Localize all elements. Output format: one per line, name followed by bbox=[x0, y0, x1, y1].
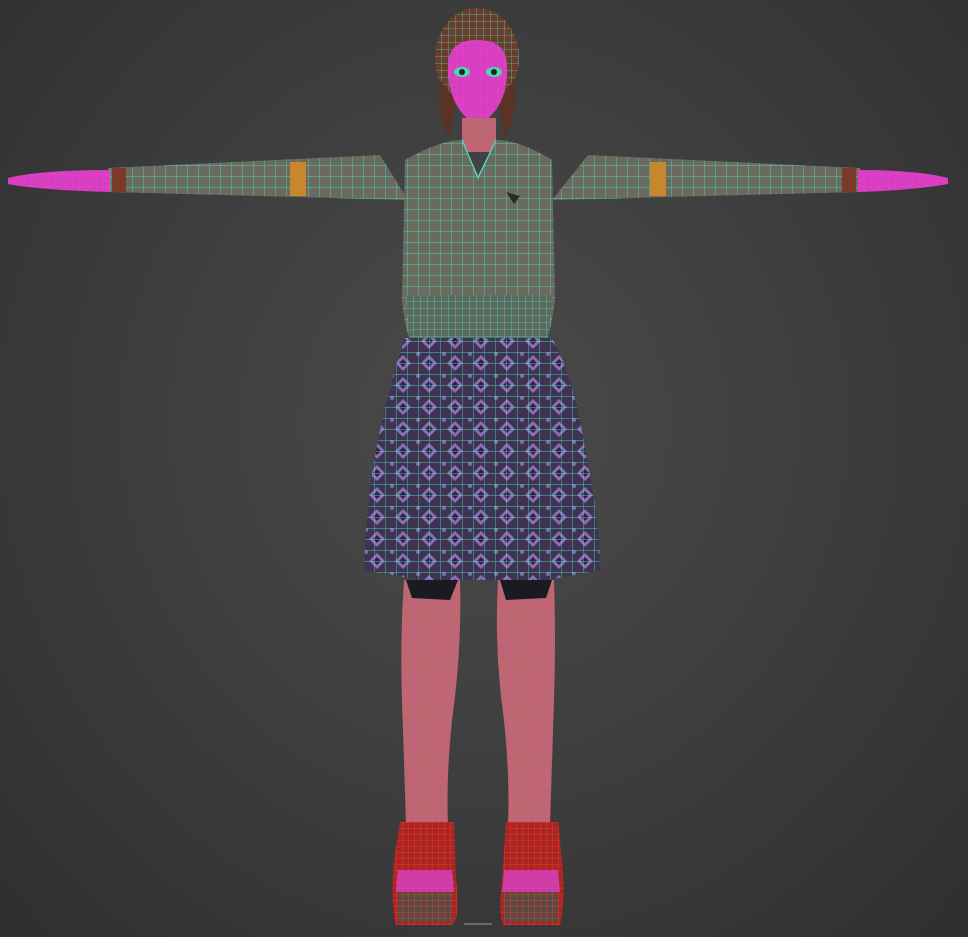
left-hand-mesh bbox=[8, 170, 110, 192]
neck-mesh bbox=[462, 118, 496, 152]
skirt-mesh bbox=[364, 338, 600, 580]
left-leg-mesh bbox=[401, 580, 461, 825]
right-leg-mesh bbox=[496, 580, 555, 825]
left-shoe-mesh bbox=[392, 822, 458, 925]
left-cuff-band bbox=[290, 162, 306, 196]
right-sleeve bbox=[552, 155, 860, 200]
face-mesh bbox=[448, 40, 508, 126]
right-shoe-mesh bbox=[500, 822, 564, 925]
left-sleeve bbox=[108, 155, 408, 200]
shirt-mesh bbox=[402, 139, 555, 340]
right-hand-mesh bbox=[858, 170, 948, 192]
3d-viewport[interactable] bbox=[0, 0, 968, 937]
right-cuff-band bbox=[650, 162, 666, 196]
character-model bbox=[8, 8, 948, 925]
